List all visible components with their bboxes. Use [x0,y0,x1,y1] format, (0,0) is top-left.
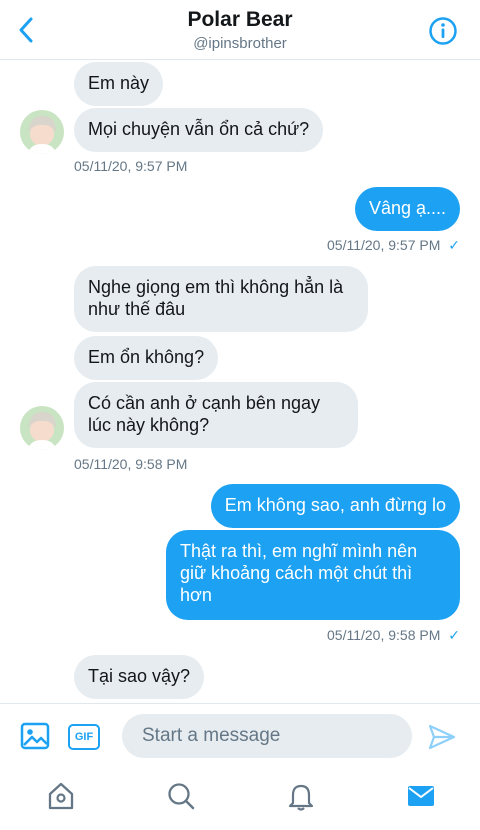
timestamp-row: 05/11/20, 9:57 PM ✓ [327,237,460,254]
contact-handle[interactable]: @ipinsbrother [0,35,480,52]
read-check-icon: ✓ [448,627,460,643]
message-received[interactable]: Em ổn không? [74,336,219,380]
message-sent[interactable]: Em không sao, anh đừng lo [210,484,460,528]
image-icon [20,722,50,750]
bottom-tab-bar [0,767,480,830]
timestamp: 05/11/20, 9:58 PM [74,456,188,472]
timestamp: 05/11/20, 9:57 PM [327,237,441,253]
add-image-button[interactable] [20,721,52,753]
timestamp: 05/11/20, 9:57 PM [74,158,188,174]
tab-messages[interactable] [406,781,436,811]
avatar-image [20,110,64,154]
send-button[interactable] [428,724,458,750]
search-icon [168,783,195,810]
info-button[interactable] [428,16,458,46]
message-received[interactable]: Mọi chuyện vẫn ổn cả chứ? [74,108,324,152]
message-received[interactable]: Tại sao vậy? [74,655,205,699]
info-icon [429,17,457,45]
home-icon [48,782,74,810]
send-icon [428,724,456,750]
bell-icon [288,784,314,811]
message-received[interactable]: Em này [74,62,164,106]
tab-notifications[interactable] [286,781,316,811]
message-sent[interactable]: Thật ra thì, em nghĩ mình nên giữ khoảng… [166,530,460,620]
message-composer: GIF Start a message [0,703,480,767]
contact-name[interactable]: Polar Bear [0,8,480,32]
avatar[interactable] [20,110,64,154]
mail-icon [408,786,434,806]
conversation-header: Polar Bear @ipinsbrother [0,0,480,60]
avatar[interactable] [20,406,64,450]
message-thread[interactable]: Em này Mọi chuyện vẫn ổn cả chứ? 05/11/2… [0,60,480,703]
avatar-image [20,406,64,450]
add-gif-button[interactable]: GIF [68,724,100,750]
message-received[interactable]: Có cần anh ở cạnh bên ngay lúc này không… [74,382,358,448]
message-input[interactable]: Start a message [122,714,412,758]
tab-search[interactable] [166,781,196,811]
timestamp-row: 05/11/20, 9:58 PM ✓ [327,627,460,644]
message-sent[interactable]: Vâng ạ.... [354,187,460,231]
tab-home[interactable] [46,781,76,811]
message-received[interactable]: Nghe giọng em thì không hẳn là như thế đ… [74,266,368,332]
timestamp: 05/11/20, 9:58 PM [327,627,441,643]
read-check-icon: ✓ [448,237,460,253]
